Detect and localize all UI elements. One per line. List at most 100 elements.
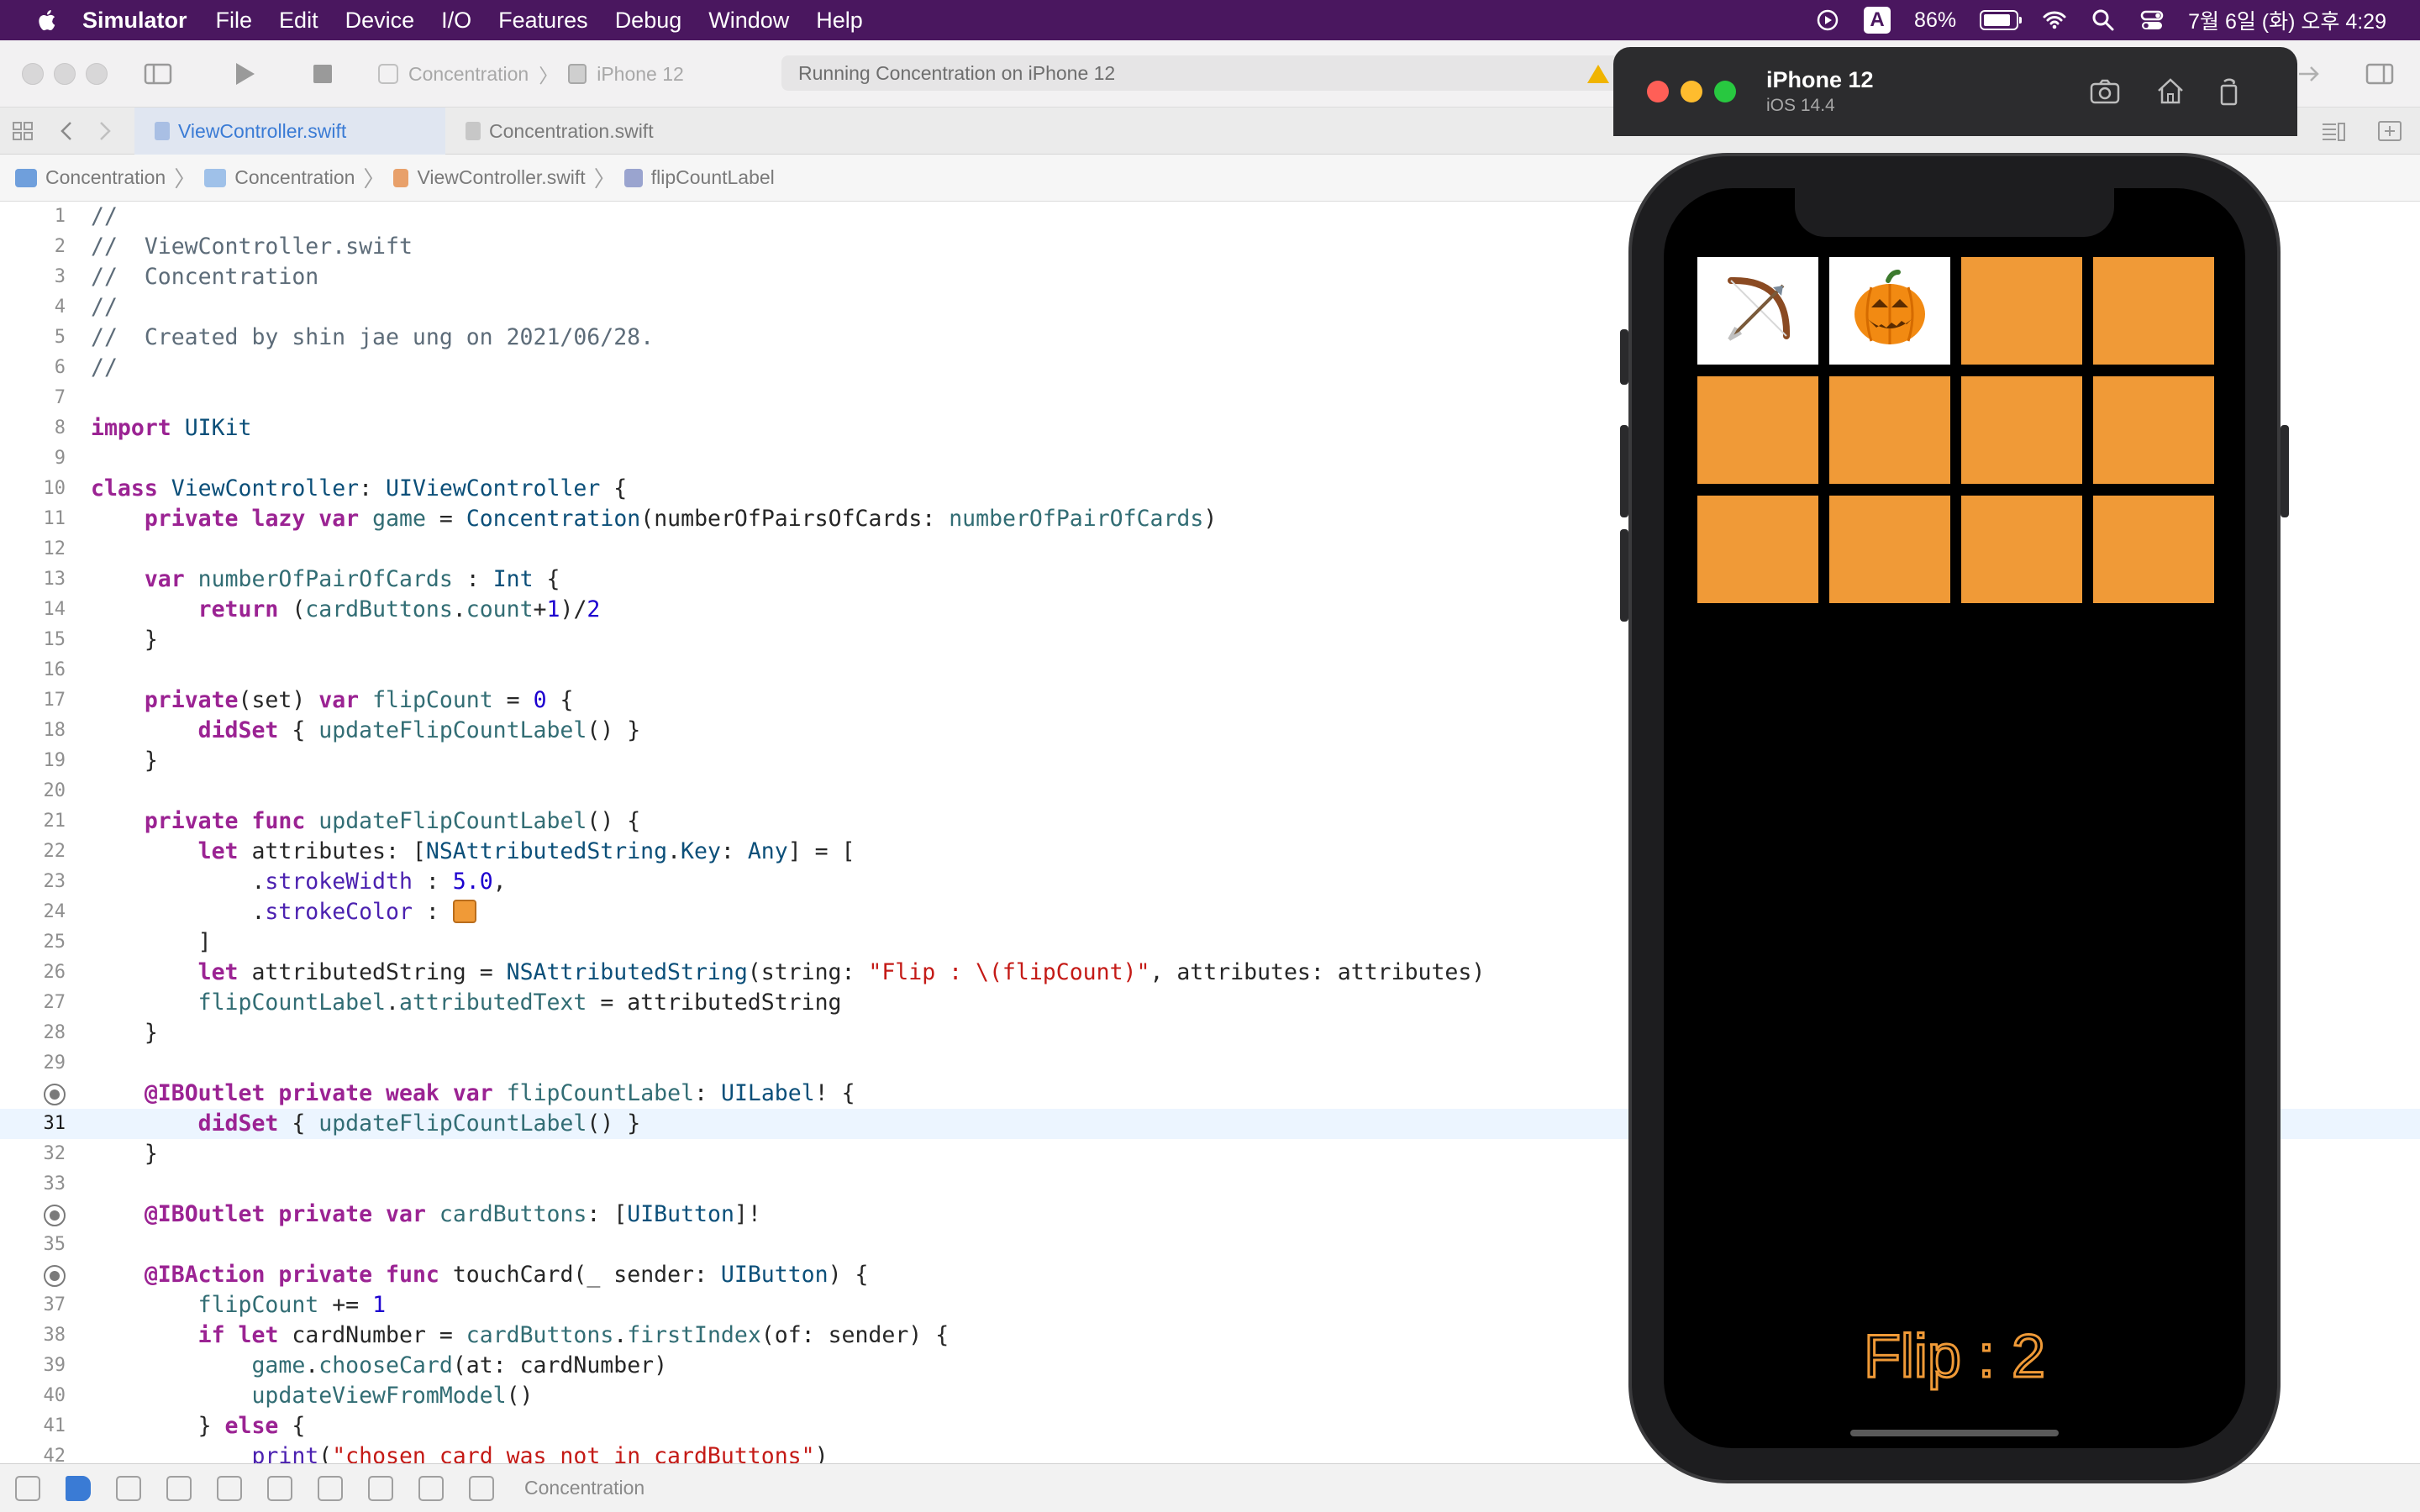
card-button[interactable] [1961,376,2082,484]
breakpoints-toggle-icon[interactable] [66,1475,91,1501]
notch [1795,188,2114,237]
sim-zoom-button[interactable] [1714,81,1736,102]
warning-icon[interactable] [1581,57,1615,91]
code-text: @IBOutlet private var cardButtons: [UIBu… [144,1201,761,1227]
line-number: 8 [54,417,66,438]
card-button[interactable] [2093,376,2214,484]
outlet-connection-icon[interactable] [44,1205,66,1226]
card-button[interactable] [1961,257,2082,365]
line-number: 20 [43,780,66,801]
location-icon[interactable] [469,1475,494,1501]
step-into-icon[interactable] [217,1475,242,1501]
menu-help[interactable]: Help [816,8,863,34]
card-button[interactable] [1961,496,2082,603]
menu-edit[interactable]: Edit [279,8,318,34]
window-zoom-button[interactable] [86,63,108,85]
screenshot-camera-icon[interactable] [2087,74,2123,109]
screen-recording-icon[interactable] [1815,8,1840,33]
card-button[interactable] [1697,257,1818,365]
line-number: 12 [43,538,66,559]
volume-up-button[interactable] [1620,425,1628,517]
activity-status-text: Running Concentration on iPhone 12 [798,61,1116,84]
code-text: .strokeWidth : 5.0, [91,869,507,895]
home-icon[interactable] [2153,74,2188,109]
line-number: 22 [43,841,66,862]
stop-button-icon[interactable] [306,57,339,91]
menu-file[interactable]: File [216,8,253,34]
breadcrumb-folder[interactable]: Concentration [204,166,355,189]
menu-device[interactable]: Device [345,8,415,34]
add-editor-icon[interactable] [2373,114,2407,148]
battery-icon[interactable] [1980,10,2023,30]
code-text: didSet { updateFlipCountLabel() } [197,717,641,743]
line-number: 7 [54,387,66,408]
card-button[interactable] [1829,257,1950,365]
step-out-icon[interactable] [267,1475,292,1501]
card-button[interactable] [2093,257,2214,365]
editor-options-icon[interactable] [2316,114,2349,148]
apple-menu-icon[interactable] [35,8,60,33]
volume-down-button[interactable] [1620,529,1628,622]
clock[interactable]: 7월 6일 (화) 오후 4:29 [2188,5,2386,35]
sim-minimize-button[interactable] [1681,81,1702,102]
code-text: // [91,294,118,320]
code-text: .strokeColor : [91,897,476,927]
input-source-icon[interactable]: A [1864,7,1891,34]
tab-viewcontroller-swift[interactable]: ViewController.swift [134,108,445,155]
menu-app-name[interactable]: Simulator [82,8,187,34]
mute-switch[interactable] [1620,329,1628,385]
chevron-right-icon: 〉 [174,166,197,192]
inspector-toggle-icon[interactable] [2363,57,2396,91]
code-text: @IBOutlet private weak var flipCountLabe… [144,1080,855,1106]
grid-icon[interactable] [7,114,40,148]
card-button[interactable] [1829,376,1950,484]
color-literal-swatch[interactable] [452,900,476,923]
navigator-toggle-icon[interactable] [141,57,175,91]
breadcrumb-symbol[interactable]: flipCountLabel [623,166,775,189]
side-button[interactable] [2281,425,2289,517]
card-button[interactable] [1829,496,1950,603]
forward-arrow-icon[interactable] [2292,57,2326,91]
menu-window[interactable]: Window [708,8,789,34]
environment-overrides-icon[interactable] [418,1475,444,1501]
code-text: private(set) var flipCount = 0 { [144,687,574,713]
chevron-right-icon: 〉 [593,166,616,192]
line-number: 27 [43,992,66,1013]
device-icon [568,64,587,84]
memory-graph-icon[interactable] [368,1475,393,1501]
debug-target-label: Concentration [524,1477,645,1499]
sim-device-name: iPhone 12 [1766,67,1874,92]
menu-io[interactable]: I/O [441,8,471,34]
line-number: 25 [43,932,66,953]
wifi-icon[interactable] [2042,8,2067,33]
card-button[interactable] [1697,376,1818,484]
tab-label: Concentration.swift [489,119,654,142]
hide-debug-area-icon[interactable] [15,1475,40,1501]
back-chevron-icon[interactable] [50,114,84,148]
tab-concentration-swift[interactable]: Concentration.swift [445,108,697,155]
window-minimize-button[interactable] [54,63,76,85]
home-indicator[interactable] [1850,1430,2059,1436]
card-button[interactable] [2093,496,2214,603]
pause-icon[interactable] [116,1475,141,1501]
line-number: 28 [43,1022,66,1043]
scheme-selector[interactable]: Concentration 〉 iPhone 12 [378,59,684,89]
forward-chevron-icon[interactable] [87,114,121,148]
breadcrumb-file[interactable]: ViewController.swift [393,166,586,189]
menu-features[interactable]: Features [498,8,588,34]
simulator-title-bar: iPhone 12 iOS 14.4 [1613,47,2297,136]
sim-close-button[interactable] [1647,81,1669,102]
line-number: 35 [43,1234,66,1255]
rotate-device-icon[interactable] [2212,74,2247,109]
view-debugger-icon[interactable] [318,1475,343,1501]
outlet-connection-icon[interactable] [44,1084,66,1105]
outlet-connection-icon[interactable] [44,1265,66,1287]
spotlight-search-icon[interactable] [2091,8,2116,33]
breadcrumb-project[interactable]: Concentration [15,166,166,189]
window-close-button[interactable] [22,63,44,85]
run-button-icon[interactable] [227,57,260,91]
step-over-icon[interactable] [166,1475,192,1501]
menu-debug[interactable]: Debug [615,8,682,34]
control-center-icon[interactable] [2139,8,2165,33]
card-button[interactable] [1697,496,1818,603]
